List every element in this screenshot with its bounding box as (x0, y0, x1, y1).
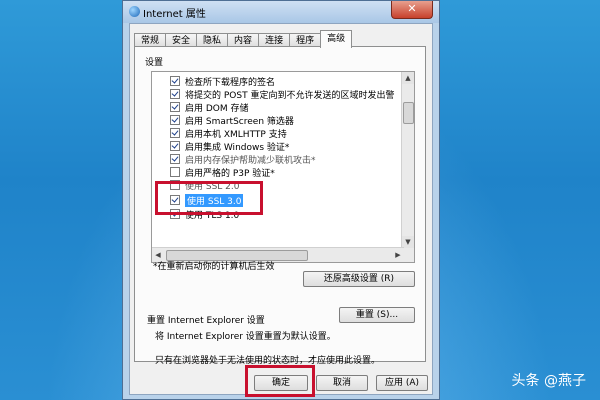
watermark: 头条 @燕子 (511, 373, 586, 389)
checkbox[interactable] (170, 115, 180, 125)
list-item[interactable]: 启用集成 Windows 验证* (170, 140, 289, 153)
checkbox[interactable] (170, 154, 180, 164)
list-item[interactable]: 启用 SmartScreen 筛选器 (170, 114, 294, 127)
checkbox[interactable] (170, 141, 180, 151)
window-title: Internet 属性 (143, 9, 206, 20)
reset-warning: 只有在浏览器处于无法使用的状态时，才应使用此设置。 (155, 356, 381, 366)
internet-explorer-icon (129, 6, 140, 17)
restart-note: *在重新启动你的计算机后生效 (153, 262, 275, 272)
scroll-corner (402, 248, 414, 262)
list-item[interactable]: 将提交的 POST 重定向到不允许发送的区域时发出警 (170, 88, 394, 101)
close-button[interactable]: ✕ (391, 1, 433, 19)
list-item[interactable]: 使用 SSL 2.0 (170, 179, 239, 192)
reset-description: 将 Internet Explorer 设置重置为默认设置。 (155, 332, 336, 342)
checkbox[interactable] (170, 180, 180, 190)
checkbox[interactable] (170, 195, 180, 205)
checkbox[interactable] (170, 102, 180, 112)
list-item-ssl3[interactable]: 使用 SSL 3.0 (170, 193, 244, 207)
tab-strip: 常规 安全 隐私 内容 连接 程序 高级 (134, 30, 353, 48)
checkbox[interactable] (170, 167, 180, 177)
dialog-body: 常规 安全 隐私 内容 连接 程序 高级 设置 检查所下载程序的签名 将提交的 … (129, 23, 433, 395)
apply-button[interactable]: 应用 (A) (376, 375, 428, 391)
reset-button[interactable]: 重置 (S)... (339, 307, 415, 323)
list-item[interactable]: 检查所下载程序的签名 (170, 75, 275, 88)
scroll-up-arrow-icon[interactable]: ▲ (402, 72, 414, 84)
restore-advanced-button[interactable]: 还原高级设置 (R) (303, 271, 415, 287)
scroll-thumb[interactable] (403, 102, 414, 124)
checkbox[interactable] (170, 128, 180, 138)
checkbox[interactable] (170, 209, 180, 219)
title-bar[interactable]: Internet 属性 ✕ (123, 1, 439, 23)
checkbox[interactable] (170, 76, 180, 86)
vertical-scrollbar[interactable]: ▲ ▼ (401, 72, 414, 248)
advanced-panel: 设置 检查所下载程序的签名 将提交的 POST 重定向到不允许发送的区域时发出警… (134, 46, 426, 366)
cancel-button[interactable]: 取消 (316, 375, 368, 391)
checkbox[interactable] (170, 89, 180, 99)
list-item[interactable]: 启用本机 XMLHTTP 支持 (170, 127, 287, 140)
list-item[interactable]: 启用 DOM 存储 (170, 101, 249, 114)
internet-options-dialog: Internet 属性 ✕ 常规 安全 隐私 内容 连接 程序 高级 设置 检查… (122, 0, 440, 400)
tab-advanced[interactable]: 高级 (320, 30, 353, 48)
reset-section-title: 重置 Internet Explorer 设置 (147, 316, 265, 326)
list-item[interactable]: 启用严格的 P3P 验证* (170, 166, 275, 179)
ok-button[interactable]: 确定 (254, 375, 308, 391)
settings-group-label: 设置 (145, 58, 164, 68)
list-item[interactable]: 启用内存保护帮助减少联机攻击* (170, 153, 316, 166)
settings-list[interactable]: 检查所下载程序的签名 将提交的 POST 重定向到不允许发送的区域时发出警 启用… (151, 71, 415, 263)
list-item-tls1[interactable]: 使用 TLS 1.0 (170, 208, 239, 221)
